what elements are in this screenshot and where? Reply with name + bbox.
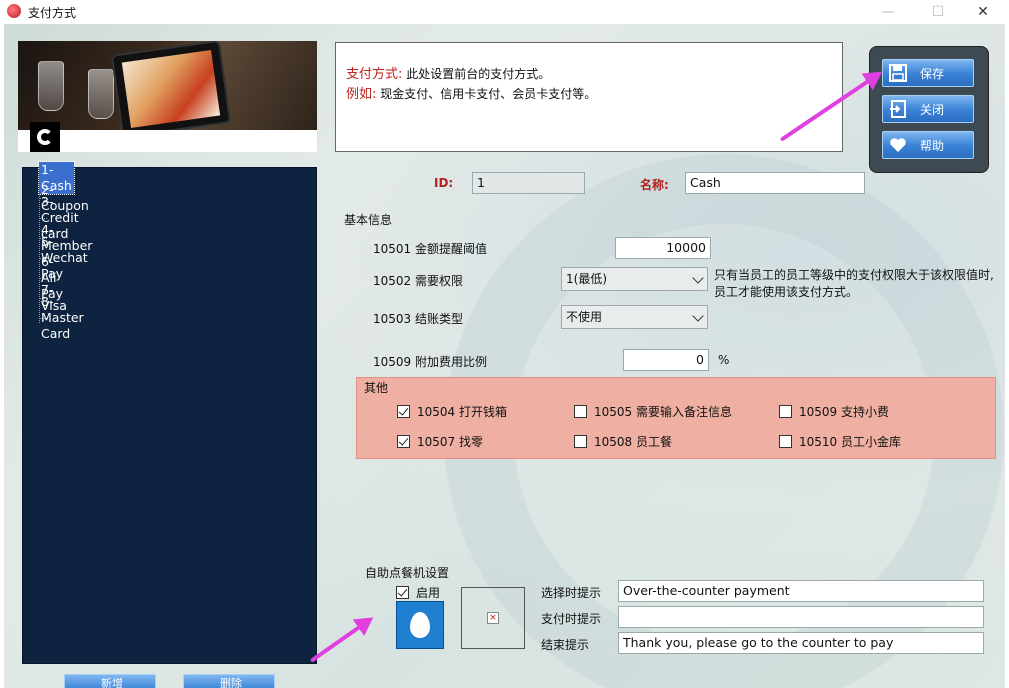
other-heading: 其他: [364, 381, 389, 395]
surcharge-ratio-field[interactable]: 0: [623, 349, 709, 371]
pay-prompt-label: 支付时提示: [541, 612, 602, 626]
checkbox-label: 10507 找零: [417, 435, 483, 449]
kiosk-heading: 自助点餐机设置: [365, 566, 450, 580]
checkout-type-select-value: 不使用: [566, 310, 603, 324]
open-cash-drawer-checkbox[interactable]: 10504 打开钱箱: [397, 403, 507, 420]
staff-petty-cash-checkbox[interactable]: 10510 员工小金库: [779, 433, 901, 450]
checkbox-box: [779, 435, 792, 448]
surcharge-unit: %: [718, 353, 730, 367]
header-photo: [18, 41, 317, 152]
amount-threshold-field[interactable]: 10000: [615, 237, 711, 259]
permission-hint-line-2: 员工才能使用该支付方式。: [714, 285, 859, 299]
checkout-type-select[interactable]: 不使用: [561, 305, 708, 329]
checkbox-label: 10505 需要输入备注信息: [594, 405, 732, 419]
checkbox-label: 10504 打开钱箱: [417, 405, 507, 419]
description-key: 例如:: [346, 87, 377, 102]
description-text: 现金支付、信用卡支付、会员卡支付等。: [380, 87, 597, 101]
photo-footer: [18, 130, 317, 152]
description-box: 支付方式: 此处设置前台的支付方式。 例如: 现金支付、信用卡支付、会员卡支付等…: [335, 42, 843, 152]
name-field[interactable]: Cash: [685, 172, 865, 194]
end-prompt-label: 结束提示: [541, 638, 590, 652]
broken-image-icon: ×: [487, 612, 499, 624]
surcharge-ratio-label: 10509 附加费用比例: [373, 355, 487, 369]
minimize-button[interactable]: —: [865, 0, 911, 24]
staff-meal-checkbox[interactable]: 10508 员工餐: [574, 433, 672, 450]
title-bar: 支付方式 — ☐ ✕: [0, 0, 1009, 24]
kiosk-enable-checkbox[interactable]: 启用: [396, 584, 440, 601]
select-prompt-field[interactable]: Over-the-counter payment: [618, 580, 984, 602]
require-note-checkbox[interactable]: 10505 需要输入备注信息: [574, 403, 732, 420]
maximize-button[interactable]: ☐: [915, 0, 961, 24]
tablet-image: [110, 41, 232, 139]
add-button[interactable]: 新增: [64, 674, 156, 688]
action-panel: 保存 关闭 帮助: [869, 46, 989, 173]
description-text: 此处设置前台的支付方式。: [406, 67, 551, 81]
other-options-panel: 其他 10504 打开钱箱 10505 需要输入备注信息 10509 支持小费 …: [356, 377, 996, 459]
permission-select-value: 1(最低): [566, 272, 607, 286]
description-key: 支付方式:: [346, 67, 403, 82]
select-prompt-label: 选择时提示: [541, 586, 602, 600]
checkbox-box: [779, 405, 792, 418]
checkbox-label: 10508 员工餐: [594, 435, 672, 449]
chevron-down-icon: [692, 272, 704, 284]
checkbox-box: [396, 586, 409, 599]
brand-logo: [30, 122, 60, 152]
chevron-down-icon: [692, 310, 704, 322]
checkout-type-label: 10503 结账类型: [373, 312, 463, 326]
description-line-1: 支付方式: 此处设置前台的支付方式。: [346, 63, 550, 82]
payment-method-tree[interactable]: 1-Cash 2-Coupon 3-Credit card 4-Member 5…: [22, 161, 317, 664]
close-button[interactable]: 关闭: [882, 95, 974, 123]
pay-prompt-field[interactable]: [618, 606, 984, 628]
app-icon: [7, 4, 21, 18]
end-prompt-field[interactable]: Thank you, please go to the counter to p…: [618, 632, 984, 654]
help-button[interactable]: 帮助: [882, 131, 974, 159]
save-label: 保存: [920, 66, 945, 81]
dialog-body: 1-Cash 2-Coupon 3-Credit card 4-Member 5…: [4, 24, 1005, 688]
glass-image: [88, 69, 114, 119]
name-label: 名称:: [640, 178, 669, 192]
permission-hint: 只有当员工的员工等级中的支付权限大于该权限值时, 员工才能使用该支付方式。: [714, 267, 1004, 301]
basic-info-heading: 基本信息: [344, 213, 393, 227]
close-window-button[interactable]: ✕: [960, 0, 1006, 24]
permission-select[interactable]: 1(最低): [561, 267, 708, 291]
tree-item-label: 8-Master Card: [41, 294, 84, 341]
support-tip-checkbox[interactable]: 10509 支持小费: [779, 403, 889, 420]
checkbox-box: [574, 435, 587, 448]
kiosk-image-selected[interactable]: [396, 601, 444, 649]
checkbox-box: [574, 405, 587, 418]
delete-button[interactable]: 删除: [183, 674, 275, 688]
id-label: ID:: [434, 176, 454, 190]
annotation-arrow: [309, 609, 379, 663]
heart-icon: [888, 135, 908, 155]
window-title: 支付方式: [28, 6, 77, 20]
checkbox-label: 10509 支持小费: [799, 405, 889, 419]
kiosk-image-placeholder[interactable]: ×: [461, 587, 525, 649]
checkbox-box: [397, 405, 410, 418]
help-label: 帮助: [920, 138, 945, 153]
permission-label: 10502 需要权限: [373, 274, 463, 288]
close-label: 关闭: [920, 102, 945, 117]
tree-item-master-card[interactable]: 8-Master Card: [39, 294, 84, 341]
glass-image: [38, 61, 64, 111]
id-field: 1: [472, 172, 585, 194]
checkbox-box: [397, 435, 410, 448]
amount-threshold-label: 10501 金额提醒阈值: [373, 242, 487, 256]
save-icon: [888, 63, 908, 83]
permission-hint-line-1: 只有当员工的员工等级中的支付权限大于该权限值时,: [714, 268, 994, 282]
drop-icon: [410, 612, 430, 638]
give-change-checkbox[interactable]: 10507 找零: [397, 433, 483, 450]
exit-icon: [888, 99, 908, 119]
checkbox-label: 启用: [416, 586, 441, 600]
checkbox-label: 10510 员工小金库: [799, 435, 901, 449]
description-line-2: 例如: 现金支付、信用卡支付、会员卡支付等。: [346, 83, 596, 102]
save-button[interactable]: 保存: [882, 59, 974, 87]
